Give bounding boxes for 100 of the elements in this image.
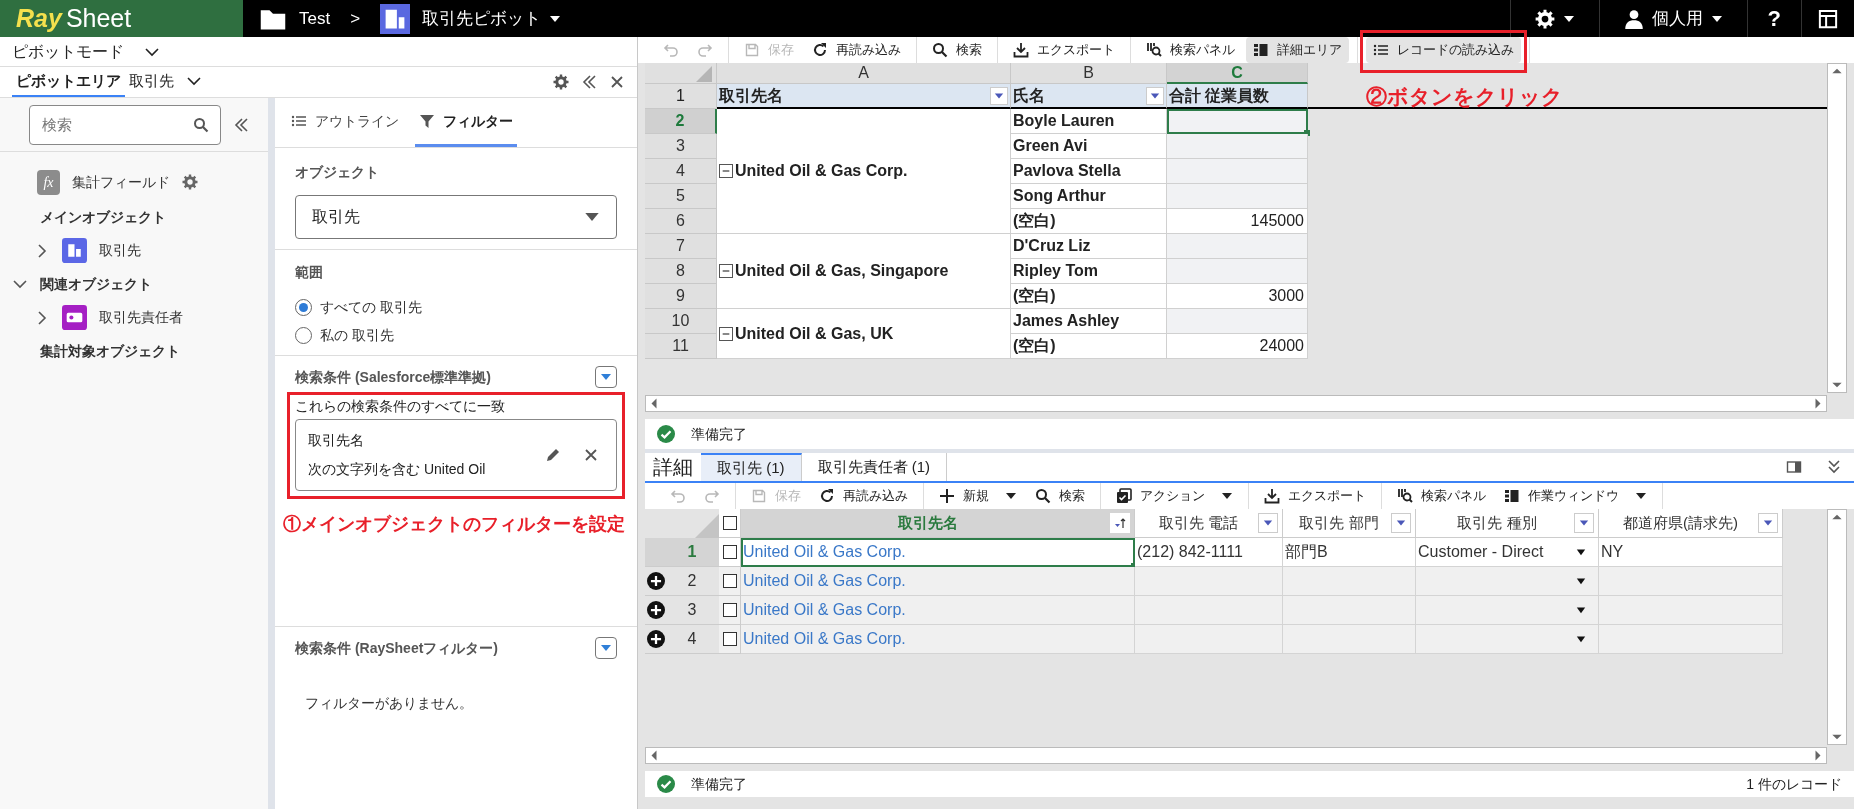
breadcrumb-link[interactable]: Test <box>299 5 331 32</box>
check-circle-icon <box>657 775 675 793</box>
collapse-toggle[interactable] <box>719 326 733 341</box>
settings-icon <box>182 174 198 190</box>
export-button[interactable]: エクスポート <box>1006 37 1122 63</box>
action-button[interactable]: アクション <box>1109 483 1240 509</box>
detail-tab[interactable]: 取引先 (1) <box>701 453 802 481</box>
download-icon <box>1013 42 1029 58</box>
search-panel-button[interactable]: 検索パネル <box>1139 37 1242 63</box>
row-header[interactable]: 10 <box>645 309 717 334</box>
section-title: 詳細 <box>652 455 694 480</box>
page-title-menu[interactable]: 取引先ピボット <box>422 5 562 32</box>
row-header[interactable]: 5 <box>645 184 717 209</box>
radio-button[interactable] <box>295 298 312 316</box>
object-item[interactable]: 取引先 <box>99 240 141 261</box>
plus-circle-icon[interactable] <box>647 601 665 619</box>
sort-ascending-icon <box>1113 516 1127 530</box>
collapse-toggle[interactable] <box>719 164 733 178</box>
table-cell: Song Arthur <box>1011 184 1167 209</box>
row-checkbox[interactable] <box>722 574 737 588</box>
row-header[interactable]: 4 <box>665 627 719 651</box>
select-all-checkbox[interactable] <box>722 516 737 530</box>
side-panel-icon <box>1786 459 1802 475</box>
row-header[interactable]: 9 <box>645 284 717 309</box>
vertical-scrollbar[interactable] <box>1827 63 1847 393</box>
row-header[interactable]: 2 <box>665 569 719 593</box>
radio-button[interactable] <box>295 326 312 344</box>
table-cell: Pavlova Stella <box>1011 159 1167 184</box>
search-panel-icon <box>1146 42 1162 58</box>
row-header[interactable]: 1 <box>645 84 717 109</box>
reload-button[interactable]: 再読み込み <box>805 37 908 63</box>
table-cell: James Ashley <box>1011 309 1167 334</box>
caret-down-icon <box>1396 518 1406 528</box>
collapse-toggle[interactable] <box>719 264 733 278</box>
row-header[interactable]: 1 <box>665 540 719 564</box>
object-dropdown[interactable]: 取引先 <box>295 195 617 239</box>
filter-button[interactable] <box>990 86 1008 105</box>
dropdown-arrow-icon <box>1576 576 1586 586</box>
table-cell: 145000 <box>1167 209 1308 234</box>
filter-button[interactable] <box>1574 513 1594 533</box>
row-header[interactable]: 8 <box>645 259 717 284</box>
settings-icon <box>1534 8 1555 29</box>
annotation-text: ①メインオブジェクトのフィルターを設定 <box>283 513 625 536</box>
panel-tab[interactable]: 取引先 <box>125 67 206 97</box>
object-item[interactable]: 取引先責任者 <box>99 307 183 328</box>
plus-circle-icon[interactable] <box>647 630 665 648</box>
section-heading: メインオブジェクト <box>40 207 166 227</box>
pivot-field-header: 取引先名 <box>719 85 783 106</box>
horizontal-scrollbar[interactable] <box>645 394 1827 412</box>
annotation-text: ②ボタンをクリック <box>1366 84 1563 110</box>
table-cell: 3000 <box>1167 284 1308 309</box>
table-cell-text: Customer - Direct <box>1418 542 1544 562</box>
section-heading: 検索条件 (Salesforce標準準拠) <box>295 367 492 387</box>
caret-down-icon <box>1579 518 1589 528</box>
search-button[interactable]: 検索 <box>1028 483 1092 509</box>
column-header[interactable]: B <box>1011 63 1167 84</box>
search-button[interactable]: 検索 <box>925 37 989 63</box>
mode-dropdown[interactable]: ピボットモード <box>12 39 160 64</box>
row-header[interactable]: 3 <box>645 134 717 159</box>
search-field[interactable]: 検索 <box>29 104 221 145</box>
new-button[interactable]: 新規 <box>932 483 1024 509</box>
load-records-button[interactable]: レコードの読み込み <box>1366 37 1521 63</box>
filter-button[interactable] <box>1391 513 1411 533</box>
filter-button[interactable] <box>1258 513 1278 533</box>
filter-panel-tab[interactable]: アウトライン <box>287 98 403 147</box>
row-header[interactable]: 3 <box>665 598 719 622</box>
filter-button[interactable] <box>1758 513 1778 533</box>
plus-circle-icon[interactable] <box>647 572 665 590</box>
plus-icon <box>939 488 955 504</box>
column-header[interactable]: A <box>717 63 1011 84</box>
row-checkbox[interactable] <box>722 545 737 559</box>
radio-label[interactable]: すべての 取引先 <box>320 296 422 318</box>
horizontal-scrollbar[interactable] <box>645 746 1827 764</box>
search-panel-button[interactable]: 検索パネル <box>1390 483 1493 509</box>
row-header[interactable]: 7 <box>645 234 717 259</box>
column-header[interactable]: C <box>1167 63 1308 84</box>
row-header[interactable]: 11 <box>645 334 717 359</box>
panel-toggle-button[interactable]: 作業ウィンドウ <box>1497 483 1654 509</box>
row-checkbox[interactable] <box>722 603 737 617</box>
field-label[interactable]: 集計フィールド <box>72 171 170 193</box>
panel-toggle-button[interactable]: 詳細エリア <box>1246 37 1349 63</box>
reload-button[interactable]: 再読み込み <box>812 483 915 509</box>
row-header[interactable]: 4 <box>645 159 717 184</box>
section-menu-button[interactable] <box>595 637 617 659</box>
table-cell-text: 部門B <box>1285 542 1328 562</box>
double-chevron-left-icon <box>233 116 249 133</box>
section-heading[interactable]: 関連オブジェクト <box>40 273 152 295</box>
row-checkbox[interactable] <box>722 632 737 646</box>
radio-label[interactable]: 私の 取引先 <box>320 324 394 346</box>
sort-button[interactable] <box>1110 513 1130 533</box>
row-header[interactable]: 6 <box>645 209 717 234</box>
double-chevron-left-icon <box>581 74 597 90</box>
filter-panel-tab[interactable]: フィルター <box>415 98 517 147</box>
double-chevron-down-icon <box>1826 459 1842 475</box>
section-menu-button[interactable] <box>595 366 617 388</box>
table-cell: Ripley Tom <box>1011 259 1167 284</box>
filter-button[interactable] <box>1146 86 1164 105</box>
dropdown-arrow-icon <box>1576 634 1586 644</box>
export-button[interactable]: エクスポート <box>1257 483 1373 509</box>
vertical-scrollbar[interactable] <box>1827 509 1847 745</box>
